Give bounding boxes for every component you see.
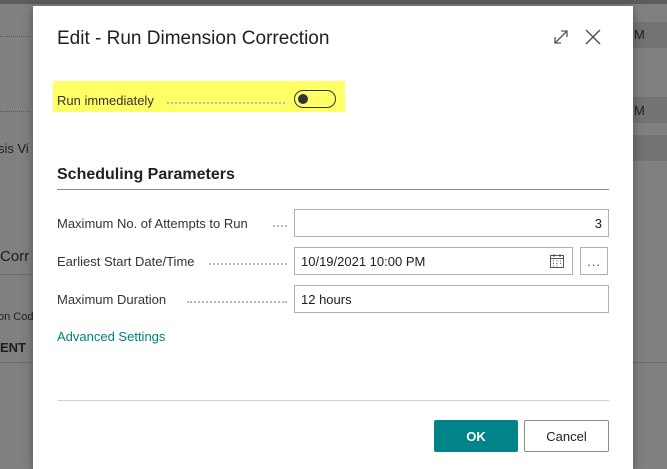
expand-icon[interactable]: [548, 24, 574, 50]
more-options-button[interactable]: ...: [580, 247, 608, 275]
max-duration-input[interactable]: 12 hours: [294, 285, 609, 313]
background-top-bar: [0, 0, 667, 4]
background-divider: [0, 274, 33, 275]
background-text: Corr: [0, 248, 30, 265]
footer-divider: [57, 400, 609, 401]
background-text: sis Vi: [0, 141, 29, 156]
max-duration-label: Maximum Duration: [57, 292, 167, 307]
leader-dots: [187, 301, 287, 303]
background-text: ENT: [0, 340, 26, 355]
leader-dots: [167, 102, 285, 104]
background-divider: [0, 362, 33, 363]
background-text: on Cod: [0, 311, 34, 323]
max-attempts-input[interactable]: 3: [294, 209, 609, 237]
close-icon[interactable]: [580, 24, 606, 50]
leader-dots: [273, 225, 287, 227]
background-dots: [0, 111, 30, 112]
advanced-settings-link[interactable]: Advanced Settings: [57, 329, 165, 344]
background-divider: [633, 362, 667, 363]
calendar-icon[interactable]: [549, 253, 565, 274]
earliest-start-label: Earliest Start Date/Time: [57, 254, 195, 269]
run-immediately-toggle[interactable]: [294, 90, 336, 108]
leader-dots: [209, 263, 287, 265]
max-attempts-label: Maximum No. of Attempts to Run: [57, 216, 248, 231]
earliest-start-input[interactable]: 10/19/2021 10:00 PM: [294, 247, 573, 275]
background-text: M: [634, 27, 645, 42]
run-immediately-label: Run immediately: [57, 93, 154, 108]
cancel-button[interactable]: Cancel: [524, 420, 609, 452]
section-divider: [57, 189, 609, 190]
background-field: [633, 135, 667, 161]
ok-button[interactable]: OK: [434, 420, 518, 452]
toggle-knob: [298, 94, 308, 104]
background-text: M: [634, 103, 645, 118]
dialog-title: Edit - Run Dimension Correction: [57, 28, 330, 49]
section-heading: Scheduling Parameters: [57, 166, 235, 183]
background-dots: [0, 36, 30, 37]
edit-dialog: Edit - Run Dimension Correction Run imme…: [33, 6, 633, 469]
